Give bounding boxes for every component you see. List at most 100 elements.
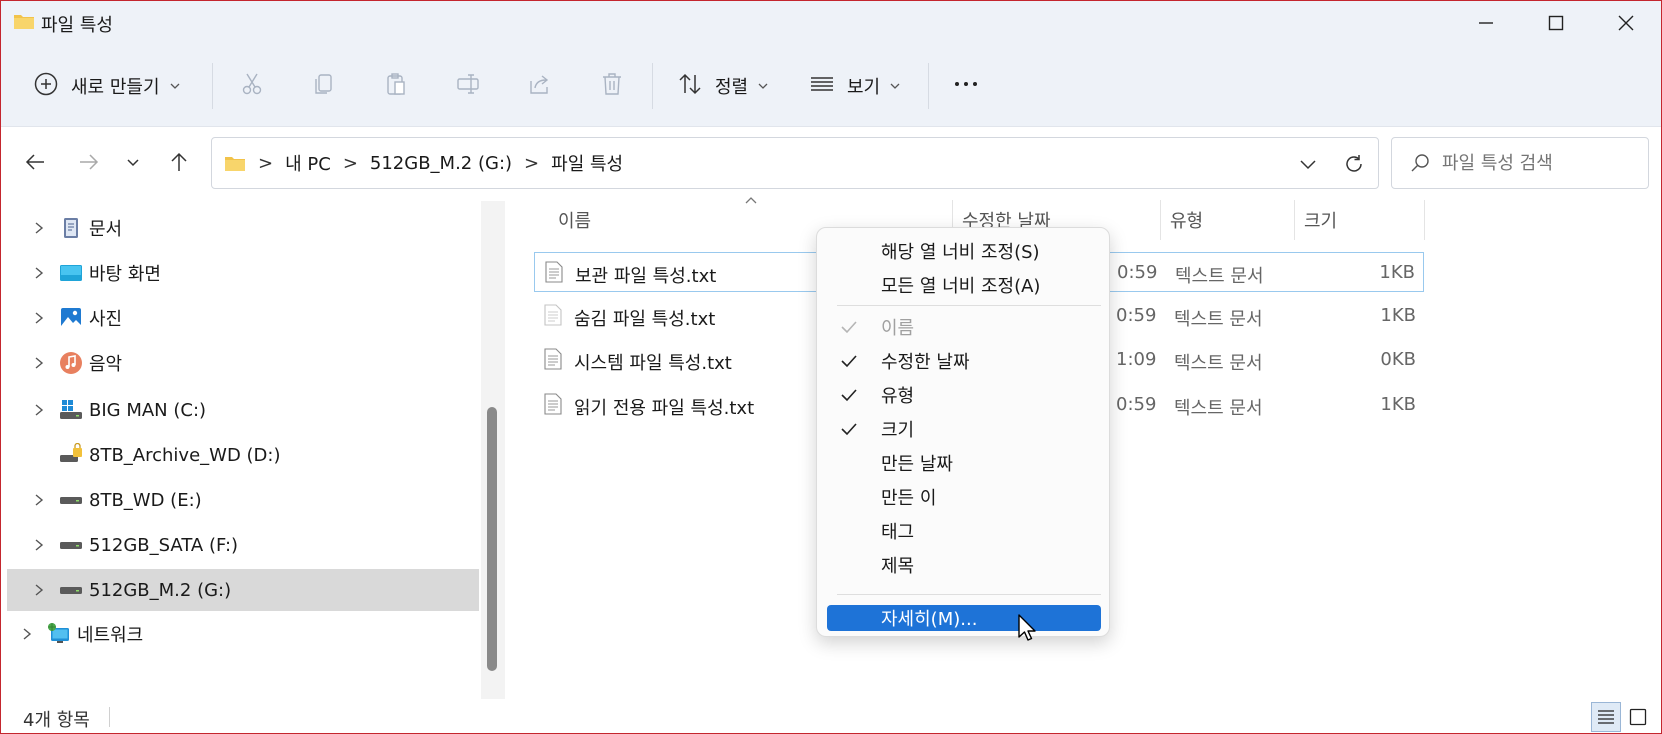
sidebar-item-label: BIG MAN (C:) (89, 399, 207, 421)
paste-button[interactable] (383, 65, 409, 107)
sidebar-scrollbar-thumb[interactable] (487, 407, 497, 671)
rename-icon (455, 71, 481, 102)
rename-button[interactable] (455, 65, 481, 107)
column-divider[interactable] (1160, 200, 1161, 240)
refresh-button[interactable] (1330, 138, 1378, 190)
address-bar[interactable]: > 내 PC > 512GB_M.2 (G:) > 파일 특성 (211, 137, 1379, 189)
toolbar-divider (212, 63, 213, 109)
status-divider (109, 707, 110, 727)
menu-item-column-date-created[interactable]: 만든 날짜 (827, 446, 1101, 480)
menu-item-label: 해당 열 너비 조정(S) (881, 242, 1040, 263)
minimize-icon (1479, 22, 1493, 24)
copy-button[interactable] (311, 65, 337, 107)
breadcrumb-folder[interactable]: 파일 특성 (551, 150, 623, 176)
chevron-right-icon (35, 404, 44, 416)
clipboard-icon (383, 71, 409, 102)
column-context-menu: 해당 열 너비 조정(S) 모든 열 너비 조정(A) 이름 수정한 날짜 유형… (816, 227, 1110, 637)
desktop-icon (60, 265, 82, 281)
sidebar-item-documents[interactable]: 문서 (7, 207, 479, 249)
documents-icon (64, 218, 78, 238)
menu-item-column-size[interactable]: 크기 (827, 412, 1101, 446)
minimize-button[interactable] (1451, 1, 1521, 45)
forward-button[interactable] (71, 144, 107, 180)
folder-icon (14, 15, 34, 29)
checkmark-icon (841, 423, 857, 436)
sidebar-item-network[interactable]: 네트워크 (7, 613, 479, 655)
sidebar-item-desktop[interactable]: 바탕 화면 (7, 252, 479, 294)
details-view-button[interactable] (1591, 702, 1621, 732)
chevron-down-icon (890, 83, 900, 89)
menu-item-column-type[interactable]: 유형 (827, 378, 1101, 412)
new-button-label: 새로 만들기 (71, 77, 160, 98)
pictures-icon (61, 308, 81, 328)
column-divider[interactable] (1294, 200, 1295, 240)
chevron-right-icon (35, 494, 44, 506)
maximize-button[interactable] (1521, 1, 1591, 45)
tiles-view-button[interactable] (1623, 702, 1653, 732)
chevron-right-icon (35, 312, 44, 324)
sidebar-item-drive-c[interactable]: BIG MAN (C:) (7, 389, 479, 431)
copy-icon (311, 71, 337, 102)
column-header-size[interactable]: 크기 (1304, 198, 1337, 242)
menu-item-fit-all-columns[interactable]: 모든 열 너비 조정(A) (827, 268, 1101, 302)
menu-item-column-title[interactable]: 제목 (827, 548, 1101, 582)
share-button[interactable] (527, 65, 553, 107)
back-button[interactable] (17, 144, 53, 180)
toolbar-divider (652, 63, 653, 109)
text-file-icon (544, 348, 562, 370)
menu-item-label: 만든 이 (881, 488, 937, 509)
menu-item-label: 태그 (881, 522, 915, 543)
file-name: 시스템 파일 특성.txt (574, 353, 732, 374)
chevron-down-icon (127, 159, 139, 167)
address-history-button[interactable] (1284, 138, 1332, 190)
menu-item-fit-column[interactable]: 해당 열 너비 조정(S) (827, 234, 1101, 268)
drive-icon (60, 587, 82, 594)
menu-separator (837, 305, 1101, 306)
music-icon (60, 352, 82, 374)
chevron-down-icon (1300, 160, 1316, 170)
menu-item-label: 모든 열 너비 조정(A) (881, 276, 1041, 297)
search-input[interactable] (1442, 152, 1632, 174)
column-divider[interactable] (1424, 200, 1425, 240)
scissors-icon (239, 71, 265, 102)
delete-button[interactable] (599, 65, 625, 107)
sidebar-item-drive-d[interactable]: 8TB_Archive_WD (D:) (7, 434, 479, 476)
breadcrumb-drive[interactable]: 512GB_M.2 (G:) (370, 153, 512, 174)
sidebar-item-drive-f[interactable]: 512GB_SATA (F:) (7, 524, 479, 566)
sidebar-item-pictures[interactable]: 사진 (7, 297, 479, 339)
sidebar-item-label: 문서 (89, 219, 123, 240)
sort-button-label: 정렬 (715, 77, 749, 98)
mouse-cursor-icon (1018, 614, 1036, 641)
new-button[interactable]: 새로 만들기 (33, 65, 180, 107)
close-button[interactable] (1591, 1, 1661, 45)
breadcrumb-this-pc[interactable]: 내 PC (285, 150, 331, 176)
checkmark-icon (841, 389, 857, 402)
recent-locations-button[interactable] (115, 144, 151, 180)
menu-item-column-date-modified[interactable]: 수정한 날짜 (827, 344, 1101, 378)
item-count: 4개 항목 (23, 710, 90, 731)
arrow-right-icon (80, 154, 99, 170)
search-box[interactable] (1391, 137, 1649, 189)
sort-button[interactable]: 정렬 (677, 65, 768, 107)
view-button[interactable]: 보기 (809, 65, 900, 107)
address-row: > 내 PC > 512GB_M.2 (G:) > 파일 특성 (1, 128, 1661, 198)
sidebar-item-label: 바탕 화면 (89, 264, 161, 285)
sidebar-item-label: 8TB_WD (E:) (89, 489, 202, 511)
menu-item-more-columns[interactable]: 자세히(M)... (827, 605, 1101, 631)
sidebar-item-drive-g[interactable]: 512GB_M.2 (G:) (7, 569, 479, 611)
column-header-name[interactable]: 이름 (558, 198, 591, 242)
sidebar-item-music[interactable]: 음악 (7, 342, 479, 384)
drive-icon (60, 497, 82, 504)
menu-item-column-tags[interactable]: 태그 (827, 514, 1101, 548)
up-button[interactable] (161, 144, 197, 180)
menu-item-column-name: 이름 (827, 310, 1101, 344)
column-header-type[interactable]: 유형 (1170, 198, 1203, 242)
column-header-label: 이름 (558, 211, 592, 232)
sidebar-item-drive-e[interactable]: 8TB_WD (E:) (7, 479, 479, 521)
more-options-button[interactable] (953, 65, 979, 107)
cut-button[interactable] (239, 65, 265, 107)
share-icon (527, 71, 553, 102)
sort-arrows-icon (677, 71, 703, 102)
menu-item-column-authors[interactable]: 만든 이 (827, 480, 1101, 514)
chevron-down-icon (170, 83, 179, 89)
